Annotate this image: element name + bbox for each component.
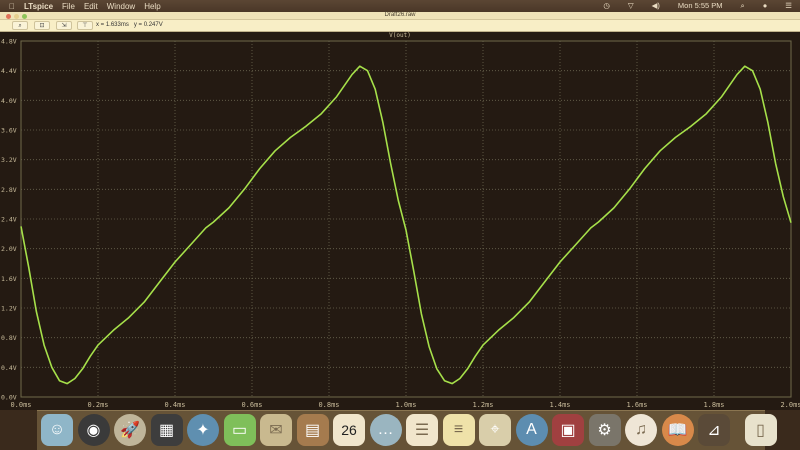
dock-safari-icon[interactable]: ✦ [187, 414, 219, 446]
dock-messages-icon[interactable]: … [369, 414, 402, 446]
time-machine-icon[interactable]: ◷ [603, 1, 610, 11]
plot-canvas[interactable]: 0.0ms 0.2ms 0.4ms 0.6ms 0.8ms 1.0ms 1.2ms 1.4ms… [0, 32, 800, 410]
cursor-readout: x = 1.633ms y = 0.247V [96, 22, 163, 28]
y-tick-label: 4.0V [1, 97, 17, 105]
dock-mission-control-icon[interactable]: ▦ [150, 414, 183, 446]
y-tick-label: 4.8V [1, 38, 17, 46]
x-tick-label: 2.0ms [780, 401, 800, 409]
y-tick-label: 2.4V [1, 216, 17, 224]
x-tick-label: 0.6ms [241, 401, 262, 409]
readout-y: y = 0.247V [133, 22, 163, 28]
dock-notes-icon[interactable]: ≡ [442, 414, 475, 446]
window-title: Draft26.raw [384, 12, 416, 18]
x-tick-label: 0.8ms [318, 401, 339, 409]
menu-file[interactable]: File [62, 2, 75, 11]
toolbar: ⌕ ⊡ ⇲ ⊤ x = 1.633ms y = 0.247V [0, 20, 800, 32]
x-tick-label: 1.8ms [703, 401, 724, 409]
dock-photo-booth-icon[interactable]: ▣ [552, 414, 584, 446]
dock-system-preferences-icon[interactable]: ⚙ [588, 414, 621, 446]
x-tick-label: 0.2ms [87, 401, 108, 409]
y-tick-label: 4.4V [1, 67, 17, 75]
x-tick-label: 1.0ms [395, 401, 416, 409]
menu-bar:  LTspice File Edit Window Help ◷ ▽ ◀) M… [0, 0, 800, 12]
dock-launchpad-icon[interactable]: 🚀 [114, 414, 146, 446]
y-tick-label: 0.0V [1, 394, 17, 402]
dock-ltspice-icon[interactable]: ⊿ [698, 414, 730, 446]
menu-edit[interactable]: Edit [84, 2, 98, 11]
dock-maps-icon[interactable]: ⌖ [479, 414, 511, 446]
readout-x: x = 1.633ms [96, 22, 129, 28]
wifi-icon[interactable]: ▽ [628, 1, 634, 11]
menu-help[interactable]: Help [144, 2, 160, 11]
dock-contacts-icon[interactable]: ▤ [296, 414, 329, 446]
dock-finder-icon[interactable]: ☺ [41, 414, 73, 446]
y-tick-label: 1.6V [1, 275, 17, 283]
x-tick-label: 0.4ms [164, 401, 185, 409]
user-icon[interactable]: ● [763, 1, 768, 11]
waveform-plot[interactable]: V(out) 0.0ms 0.2ms 0.4ms 0.6ms 0.8ms 1.0ms 1.2… [0, 32, 800, 410]
zoom-fit-icon[interactable]: ⊡ [34, 21, 50, 30]
x-tick-label: 1.2ms [472, 401, 493, 409]
dock-app-store-icon[interactable]: A [515, 414, 548, 446]
y-tick-label: 2.8V [1, 186, 17, 194]
dock-facetime-icon[interactable]: ▭ [223, 414, 256, 446]
zoom-area-icon[interactable]: ⌕ [12, 21, 28, 30]
apple-icon[interactable]:  [9, 2, 15, 11]
y-tick-label: 0.8V [1, 334, 17, 342]
volume-icon[interactable]: ◀) [652, 1, 660, 11]
x-tick-label: 1.4ms [549, 401, 570, 409]
spotlight-icon[interactable]: ⌕ [741, 1, 745, 11]
x-tick-label: 0.0ms [10, 401, 31, 409]
y-tick-label: 3.2V [1, 156, 17, 164]
calendar-day: 26 [341, 422, 357, 438]
notification-center-icon[interactable]: ☰ [785, 1, 792, 11]
dock-ibooks-icon[interactable]: 📖 [661, 414, 694, 446]
menu-window[interactable]: Window [107, 2, 135, 11]
dock-mail-icon[interactable]: ✉ [260, 414, 292, 446]
menu-app[interactable]: LTspice [24, 2, 53, 11]
x-tick-label: 1.6ms [626, 401, 647, 409]
y-tick-label: 2.0V [1, 245, 17, 253]
zoom-out-icon[interactable]: ⇲ [56, 21, 72, 30]
dock-dashboard-icon[interactable]: ◉ [77, 414, 110, 446]
dock-reminders-icon[interactable]: ☰ [406, 414, 438, 446]
y-tick-label: 3.6V [1, 127, 17, 135]
probe-icon[interactable]: ⊤ [77, 21, 93, 30]
y-tick-label: 1.2V [1, 305, 17, 313]
title-bar: Draft26.raw [0, 12, 800, 20]
dock: ☺ ◉ 🚀 ▦ ✦ ▭ ✉ ▤ 26 … ☰ ≡ ⌖ A ▣ ⚙ ♫ 📖 ⊿ ▯ [37, 410, 777, 450]
clock[interactable]: Mon 5:55 PM [678, 1, 723, 11]
dock-trash-icon[interactable]: ▯ [744, 414, 777, 446]
dock-itunes-icon[interactable]: ♫ [625, 414, 657, 446]
y-tick-label: 0.4V [1, 364, 17, 372]
dock-calendar-icon[interactable]: 26 [333, 414, 365, 446]
